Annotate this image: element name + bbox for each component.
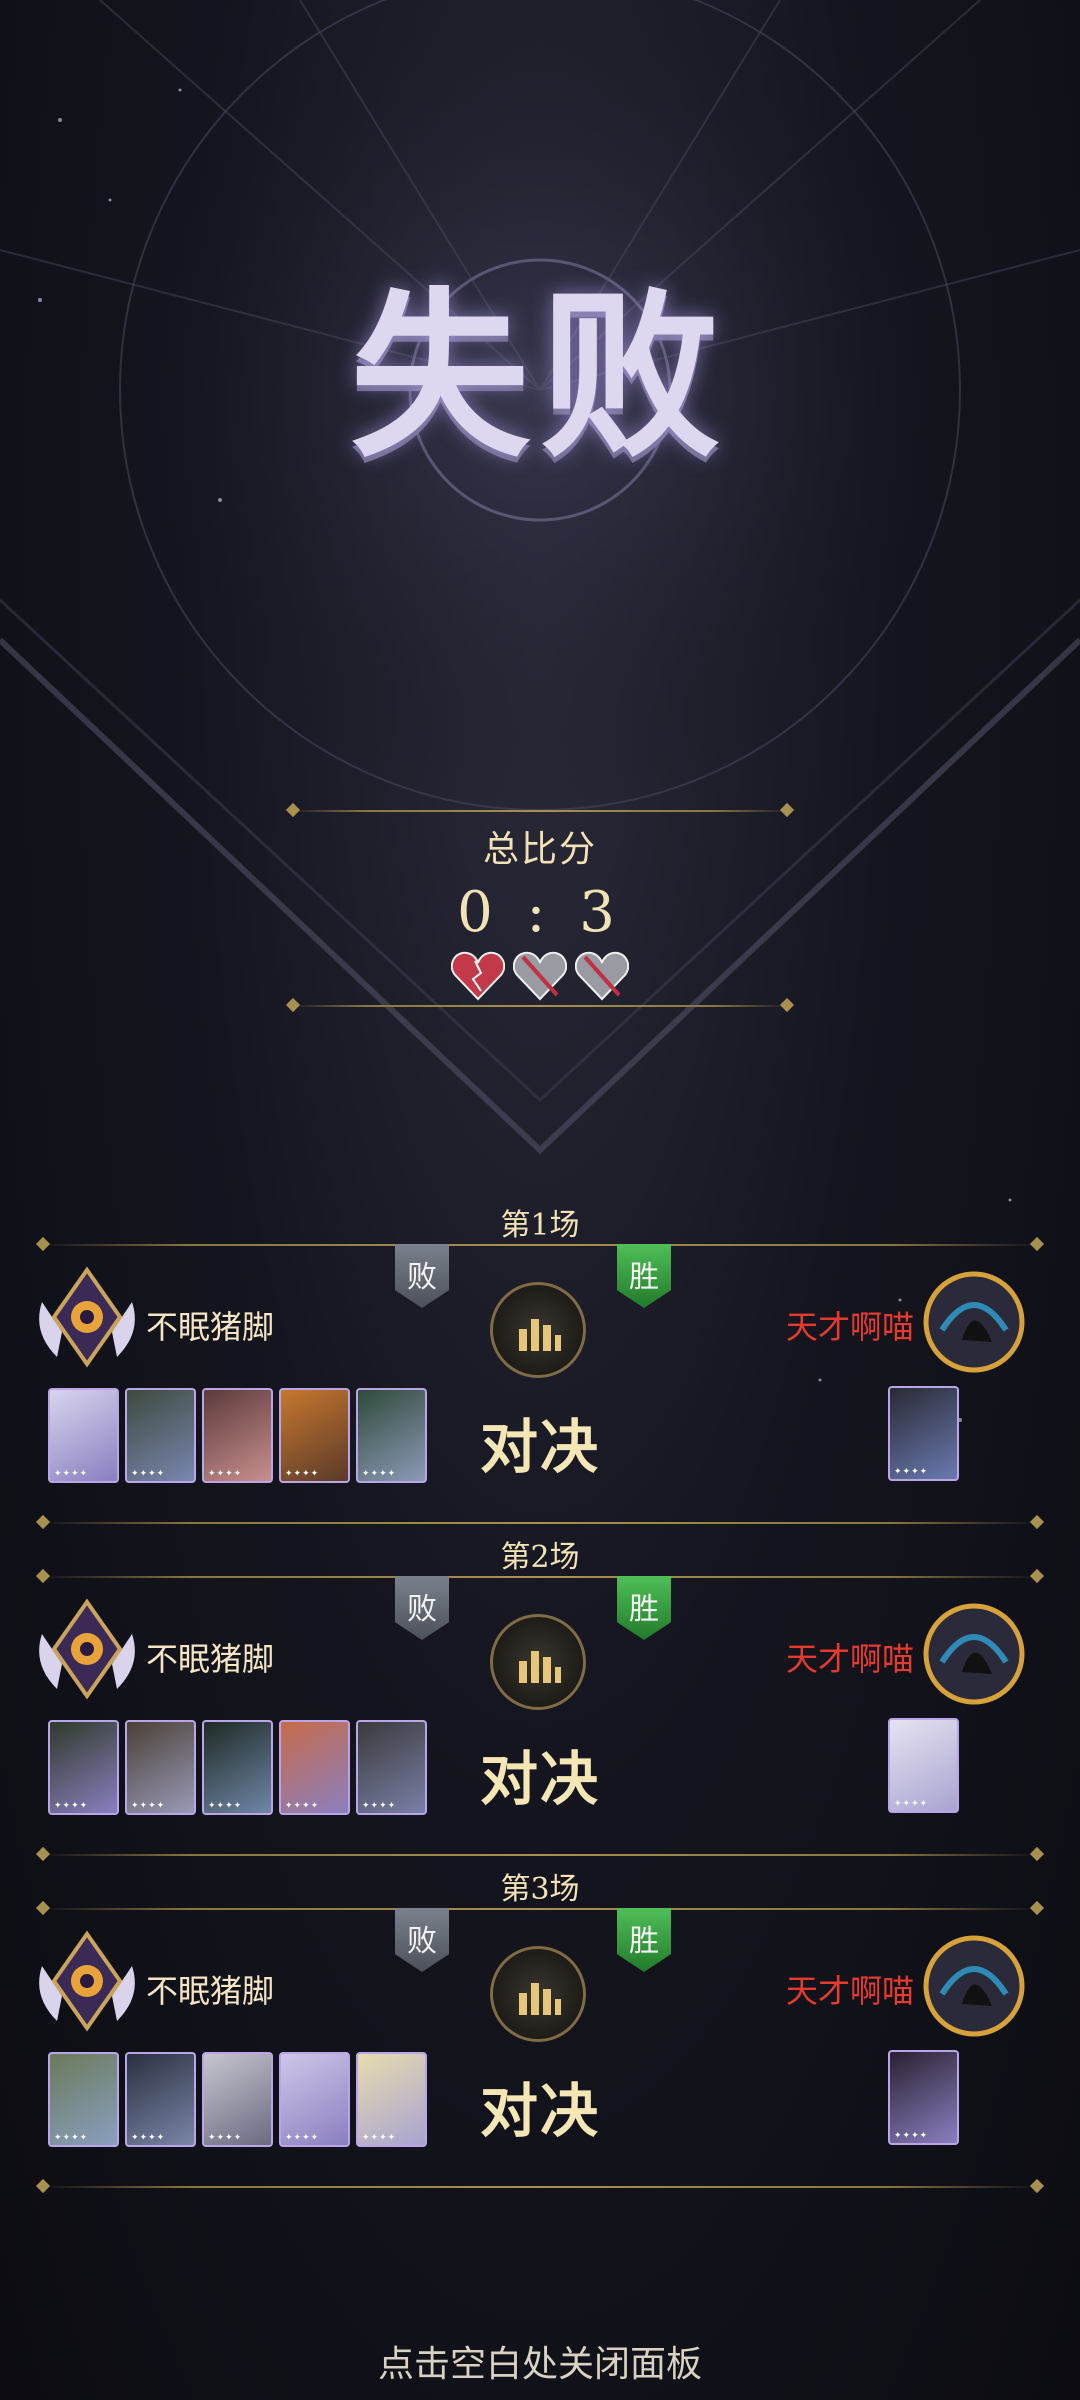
result-title-area: 失败 [0,230,1080,491]
match-card[interactable]: 第2场 败 胜 不眠猪脚 天才啊喵 对决 ✦✦✦✦ ✦✦✦✦ ✦✦✦✦ ✦✦✦✦… [0,1532,1080,1862]
divider-line [290,1005,790,1007]
hero-card[interactable]: ✦✦✦✦ [356,2052,427,2147]
opponent-name: 天才啊喵 [786,1308,915,1346]
hero-card[interactable]: ✦✦✦✦ [202,1720,273,1815]
lose-badge: 败 [395,1244,449,1308]
hero-card[interactable]: ✦✦✦✦ [125,2052,196,2147]
hero-card[interactable]: ✦✦✦✦ [125,1720,196,1815]
score-summary: 总比分 0 : 3 [0,810,1080,1007]
score-hearts [0,951,1080,1001]
match-title: 第3场 [500,1872,580,1907]
result-title: 失败 [349,271,730,482]
match-title: 第1场 [500,1208,580,1243]
player-avatar[interactable] [32,1594,142,1704]
opponent-team: ✦✦✦✦ [888,1718,959,1813]
divider-line [40,1908,1040,1910]
hero-card[interactable]: ✦✦✦✦ [48,1388,119,1483]
heart-lost-icon [575,951,629,1001]
battle-record-icon[interactable] [490,1946,586,2042]
player-team: ✦✦✦✦ ✦✦✦✦ ✦✦✦✦ ✦✦✦✦ ✦✦✦✦ [48,1720,427,1815]
hero-card[interactable]: ✦✦✦✦ [48,1720,119,1815]
player-team: ✦✦✦✦ ✦✦✦✦ ✦✦✦✦ ✦✦✦✦ ✦✦✦✦ [48,1388,427,1483]
close-panel-hint[interactable]: 点击空白处关闭面板 [0,2335,1080,2387]
player-team: ✦✦✦✦ ✦✦✦✦ ✦✦✦✦ ✦✦✦✦ ✦✦✦✦ [48,2052,427,2147]
score-value: 0 : 3 [457,880,623,945]
opponent-name: 天才啊喵 [786,1640,915,1678]
player-avatar[interactable] [32,1262,142,1372]
opponent-avatar[interactable] [922,1602,1026,1706]
match-title: 第2场 [500,1540,580,1575]
opponent-avatar[interactable] [922,1934,1026,2038]
divider-line [40,1244,1040,1246]
lose-badge: 败 [395,1576,449,1640]
hero-card[interactable]: ✦✦✦✦ [356,1720,427,1815]
hero-card[interactable]: ✦✦✦✦ [888,1718,959,1813]
divider-line [290,810,790,812]
heart-won-icon [451,951,505,1001]
opponent-avatar[interactable] [922,1270,1026,1374]
match-card[interactable]: 第1场 败 胜 不眠猪脚 天才啊喵 对决 ✦✦✦✦ ✦✦✦✦ ✦✦✦✦ ✦✦✦✦… [0,1200,1080,1530]
hero-card[interactable]: ✦✦✦✦ [356,1388,427,1483]
win-badge: 胜 [617,1908,671,1972]
divider-line [40,2186,1040,2188]
divider-line [40,1854,1040,1856]
hero-card[interactable]: ✦✦✦✦ [279,2052,350,2147]
player-name: 不眠猪脚 [146,1640,275,1678]
opponent-name: 天才啊喵 [786,1972,915,2010]
battle-record-icon[interactable] [490,1614,586,1710]
divider-line [40,1522,1040,1524]
player-avatar[interactable] [32,1926,142,2036]
hero-card[interactable]: ✦✦✦✦ [279,1388,350,1483]
opponent-team: ✦✦✦✦ [888,2050,959,2145]
player-name: 不眠猪脚 [146,1972,275,2010]
hero-card[interactable]: ✦✦✦✦ [888,2050,959,2145]
hero-card[interactable]: ✦✦✦✦ [279,1720,350,1815]
heart-lost-icon [513,951,567,1001]
lose-badge: 败 [395,1908,449,1972]
battle-record-icon[interactable] [490,1282,586,1378]
match-card[interactable]: 第3场 败 胜 不眠猪脚 天才啊喵 对决 ✦✦✦✦ ✦✦✦✦ ✦✦✦✦ ✦✦✦✦… [0,1864,1080,2194]
hero-card[interactable]: ✦✦✦✦ [888,1386,959,1481]
opponent-team: ✦✦✦✦ [888,1386,959,1481]
player-name: 不眠猪脚 [146,1308,275,1346]
hero-card[interactable]: ✦✦✦✦ [202,2052,273,2147]
win-badge: 胜 [617,1244,671,1308]
score-label: 总比分 [482,829,597,870]
win-badge: 胜 [617,1576,671,1640]
divider-line [40,1576,1040,1578]
hero-card[interactable]: ✦✦✦✦ [202,1388,273,1483]
hero-card[interactable]: ✦✦✦✦ [48,2052,119,2147]
hero-card[interactable]: ✦✦✦✦ [125,1388,196,1483]
